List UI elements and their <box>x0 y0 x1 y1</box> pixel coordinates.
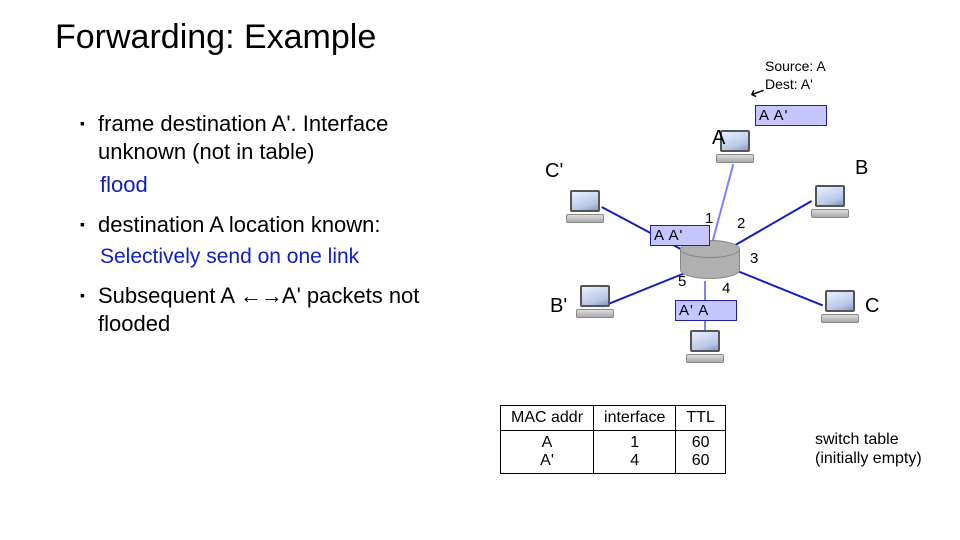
bullet-3: Subsequent A ←→A' packets not flooded <box>98 282 480 337</box>
computer-Bp <box>575 285 617 325</box>
caption-line-1: switch table <box>815 430 922 449</box>
cell-if-1: 1 <box>604 434 665 452</box>
computer-Cp <box>565 190 607 230</box>
table-caption: switch table (initially empty) <box>815 430 922 468</box>
computer-C <box>820 290 862 330</box>
bullet-mark: ▪ <box>80 110 98 165</box>
th-ttl: TTL <box>676 406 725 431</box>
link-1 <box>709 164 734 251</box>
selective-send-label: Selectively send on one link <box>100 244 480 270</box>
th-mac: MAC addr <box>501 406 594 431</box>
cell-if-2: 4 <box>604 452 665 470</box>
switch-hub <box>680 240 740 285</box>
th-if: interface <box>594 406 676 431</box>
frame-bot-text: A' A <box>679 302 709 319</box>
frame-mid: A A' <box>650 225 710 246</box>
bidir-arrow: ←→ <box>240 283 282 308</box>
bullet-mark: ▪ <box>80 282 98 337</box>
caption-line-2: (initially empty) <box>815 449 922 468</box>
port-4: 4 <box>722 280 730 297</box>
flood-label: flood <box>100 171 480 199</box>
cell-ttl-1: 60 <box>686 434 714 452</box>
computer-Ap <box>685 330 727 370</box>
cell-ttl-2: 60 <box>686 452 714 470</box>
switch-table: MAC addr interface TTL A A' 1 4 60 60 <box>500 405 726 474</box>
frame-top-text: A A' <box>759 107 788 124</box>
link-3 <box>730 267 823 306</box>
cell-mac-2: A' <box>511 452 583 470</box>
bullet-mark: ▪ <box>80 211 98 239</box>
bullet-3a: Subsequent A <box>98 283 240 308</box>
label-Cp: C' <box>545 160 563 183</box>
label-Bp: B' <box>550 295 567 318</box>
frame-bot: A' A <box>675 300 737 321</box>
port-2: 2 <box>737 215 745 232</box>
page-title: Forwarding: Example <box>55 18 376 57</box>
bullet-2: destination A location known: <box>98 211 381 239</box>
bullet-list: ▪ frame destination A'. Interface unknow… <box>80 110 480 343</box>
label-C: C <box>865 295 879 318</box>
port-5: 5 <box>678 273 686 290</box>
label-B: B <box>855 157 868 180</box>
source-dest-label: Source: A Dest: A' <box>765 58 826 93</box>
computer-B <box>810 185 852 225</box>
dest-line: Dest: A' <box>765 76 826 94</box>
network-diagram: 1 2 3 4 5 6 A B C A' B' C' A A' A A' A' … <box>490 95 920 375</box>
frame-top: A A' <box>755 105 827 126</box>
cell-mac-1: A <box>511 434 583 452</box>
label-A: A <box>712 127 725 150</box>
port-3: 3 <box>750 250 758 267</box>
source-line: Source: A <box>765 58 826 76</box>
frame-mid-text: A A' <box>654 227 683 244</box>
bullet-1: frame destination A'. Interface unknown … <box>98 110 480 165</box>
